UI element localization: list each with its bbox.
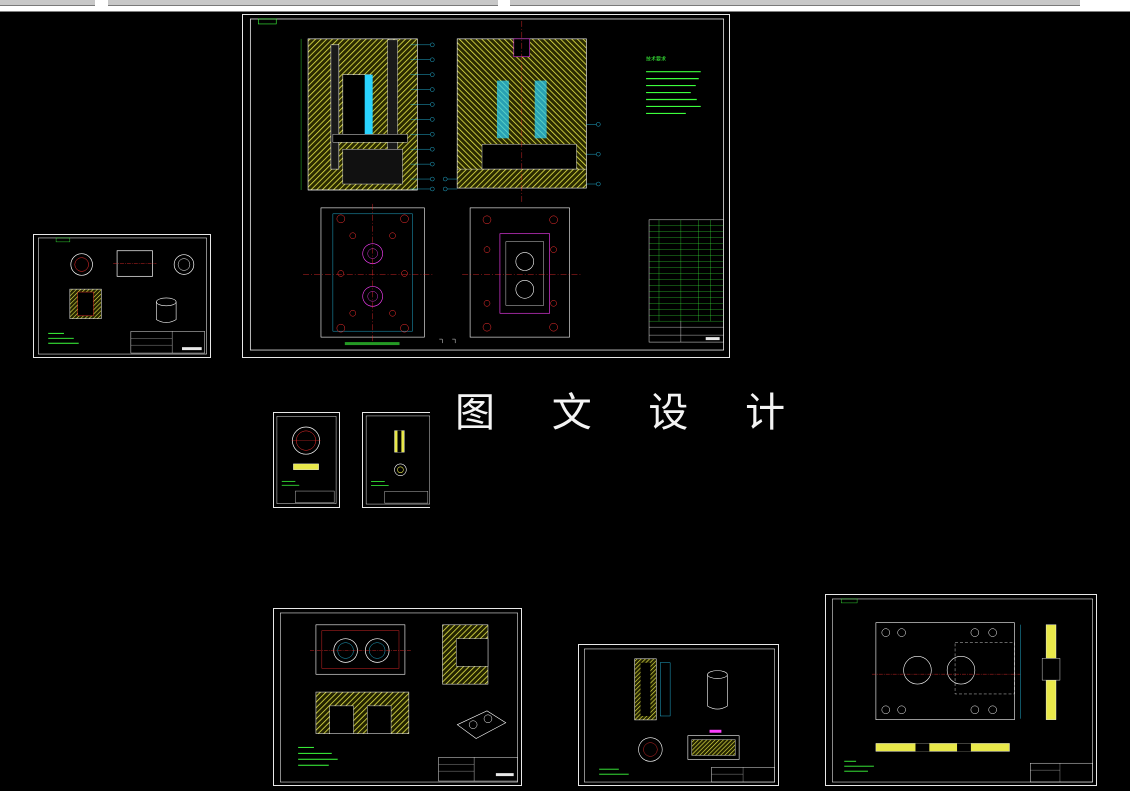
part-ring-drawing bbox=[276, 416, 337, 504]
part-core-insert-drawing bbox=[584, 648, 775, 783]
drawing-canvas[interactable]: 技术要求 图 文 设 计 bbox=[0, 12, 1130, 791]
viewer-tab[interactable] bbox=[510, 0, 1080, 6]
part-core-insert-sheet[interactable] bbox=[578, 644, 779, 786]
assembly-drawing-sheet[interactable]: 技术要求 bbox=[242, 14, 730, 358]
part-cavity-plate-sheet[interactable] bbox=[273, 608, 522, 786]
part-sleeve-sheet[interactable] bbox=[33, 234, 211, 358]
viewer-toolbar bbox=[0, 0, 1130, 12]
part-sleeve-drawing bbox=[38, 237, 207, 355]
assembly-drawing: 技术要求 bbox=[249, 18, 725, 351]
viewer-tab[interactable] bbox=[0, 0, 95, 6]
viewer-tab[interactable] bbox=[108, 0, 498, 6]
part-cavity-plate-drawing bbox=[280, 612, 518, 783]
part-template-plate-sheet[interactable] bbox=[825, 594, 1097, 786]
watermark-text: 图 文 设 计 bbox=[455, 390, 808, 436]
part-pin-sheet[interactable] bbox=[362, 412, 430, 508]
part-ring-sheet[interactable] bbox=[273, 412, 340, 508]
tech-notes-title: 技术要求 bbox=[646, 56, 666, 63]
part-template-plate-drawing bbox=[832, 598, 1093, 783]
part-pin-drawing bbox=[365, 415, 430, 505]
